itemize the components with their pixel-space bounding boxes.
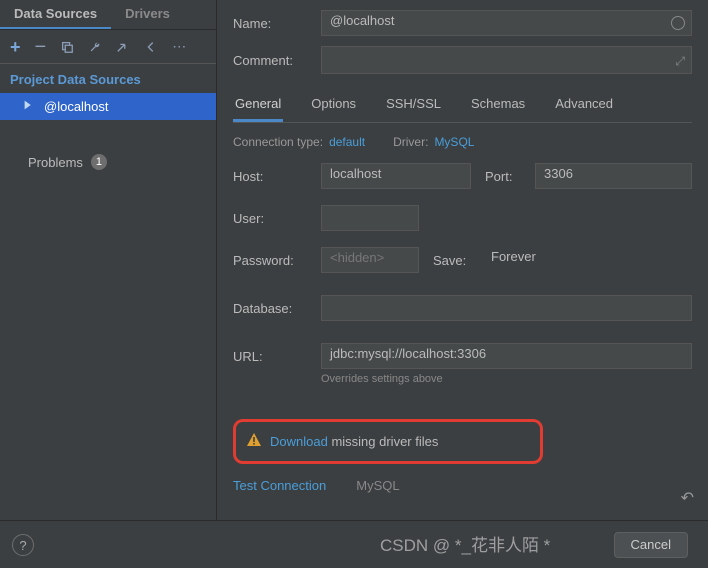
driver-label: Driver: — [393, 135, 428, 149]
more-icon[interactable]: ⋯ — [172, 38, 186, 55]
tab-ssh-ssl[interactable]: SSH/SSL — [384, 90, 443, 122]
name-input[interactable]: @localhost — [321, 10, 692, 36]
datasource-label: @localhost — [44, 99, 109, 114]
side-tab-drivers[interactable]: Drivers — [111, 0, 184, 29]
host-input[interactable]: localhost — [321, 163, 471, 189]
comment-input[interactable]: ⤢ — [321, 46, 692, 74]
driver-link[interactable]: MySQL — [434, 135, 474, 149]
tab-general[interactable]: General — [233, 90, 283, 122]
sidebar-toolbar: + − ⋯ — [0, 30, 216, 64]
warning-icon — [246, 432, 262, 451]
undo-icon[interactable]: ↶ — [681, 488, 694, 508]
datasource-item[interactable]: @localhost — [0, 93, 216, 120]
conn-type-label: Connection type: — [233, 135, 323, 149]
copy-icon[interactable] — [60, 40, 74, 54]
reset-icon[interactable] — [671, 16, 685, 30]
add-icon[interactable]: + — [10, 38, 21, 56]
problems-badge: 1 — [91, 154, 107, 170]
expand-icon[interactable]: ⤢ — [675, 54, 685, 69]
url-value: jdbc:mysql://localhost:3306 — [330, 346, 486, 361]
bottom-driver-name: MySQL — [356, 478, 399, 493]
tab-options[interactable]: Options — [309, 90, 358, 122]
user-label: User: — [233, 211, 321, 226]
problems-label: Problems — [28, 155, 83, 170]
tab-schemas[interactable]: Schemas — [469, 90, 527, 122]
save-select[interactable]: Forever — [483, 247, 692, 273]
test-connection-link[interactable]: Test Connection — [233, 478, 326, 493]
password-input[interactable]: <hidden> — [321, 247, 419, 273]
host-label: Host: — [233, 169, 321, 184]
save-value: Forever — [491, 249, 536, 264]
side-tab-data-sources[interactable]: Data Sources — [0, 0, 111, 29]
database-label: Database: — [233, 301, 321, 316]
password-label: Password: — [233, 253, 321, 268]
download-callout: Download missing driver files — [233, 419, 543, 464]
tab-advanced[interactable]: Advanced — [553, 90, 615, 122]
problems-row[interactable]: Problems 1 — [0, 146, 216, 178]
back-icon[interactable] — [144, 40, 158, 54]
comment-label: Comment: — [233, 53, 321, 68]
download-text: missing driver files — [328, 434, 439, 449]
conn-type-link[interactable]: default — [329, 135, 365, 149]
user-input[interactable] — [321, 205, 419, 231]
url-input[interactable]: jdbc:mysql://localhost:3306 — [321, 343, 692, 369]
port-input[interactable]: 3306 — [535, 163, 692, 189]
overrides-text: Overrides settings above — [321, 373, 692, 385]
database-input[interactable] — [321, 295, 692, 321]
port-label: Port: — [485, 169, 535, 184]
host-value: localhost — [330, 166, 381, 181]
remove-icon[interactable]: − — [35, 37, 47, 57]
name-value: @localhost — [330, 13, 395, 28]
goto-icon[interactable] — [116, 40, 130, 54]
section-header: Project Data Sources — [0, 64, 216, 93]
wrench-icon[interactable] — [88, 40, 102, 54]
cancel-button[interactable]: Cancel — [614, 532, 688, 558]
port-value: 3306 — [544, 166, 573, 181]
save-label: Save: — [433, 253, 483, 268]
name-label: Name: — [233, 16, 321, 31]
help-button[interactable]: ? — [12, 534, 34, 556]
password-value: <hidden> — [330, 250, 384, 265]
download-link[interactable]: Download — [270, 434, 328, 449]
datasource-icon — [22, 98, 36, 115]
url-label: URL: — [233, 349, 321, 364]
